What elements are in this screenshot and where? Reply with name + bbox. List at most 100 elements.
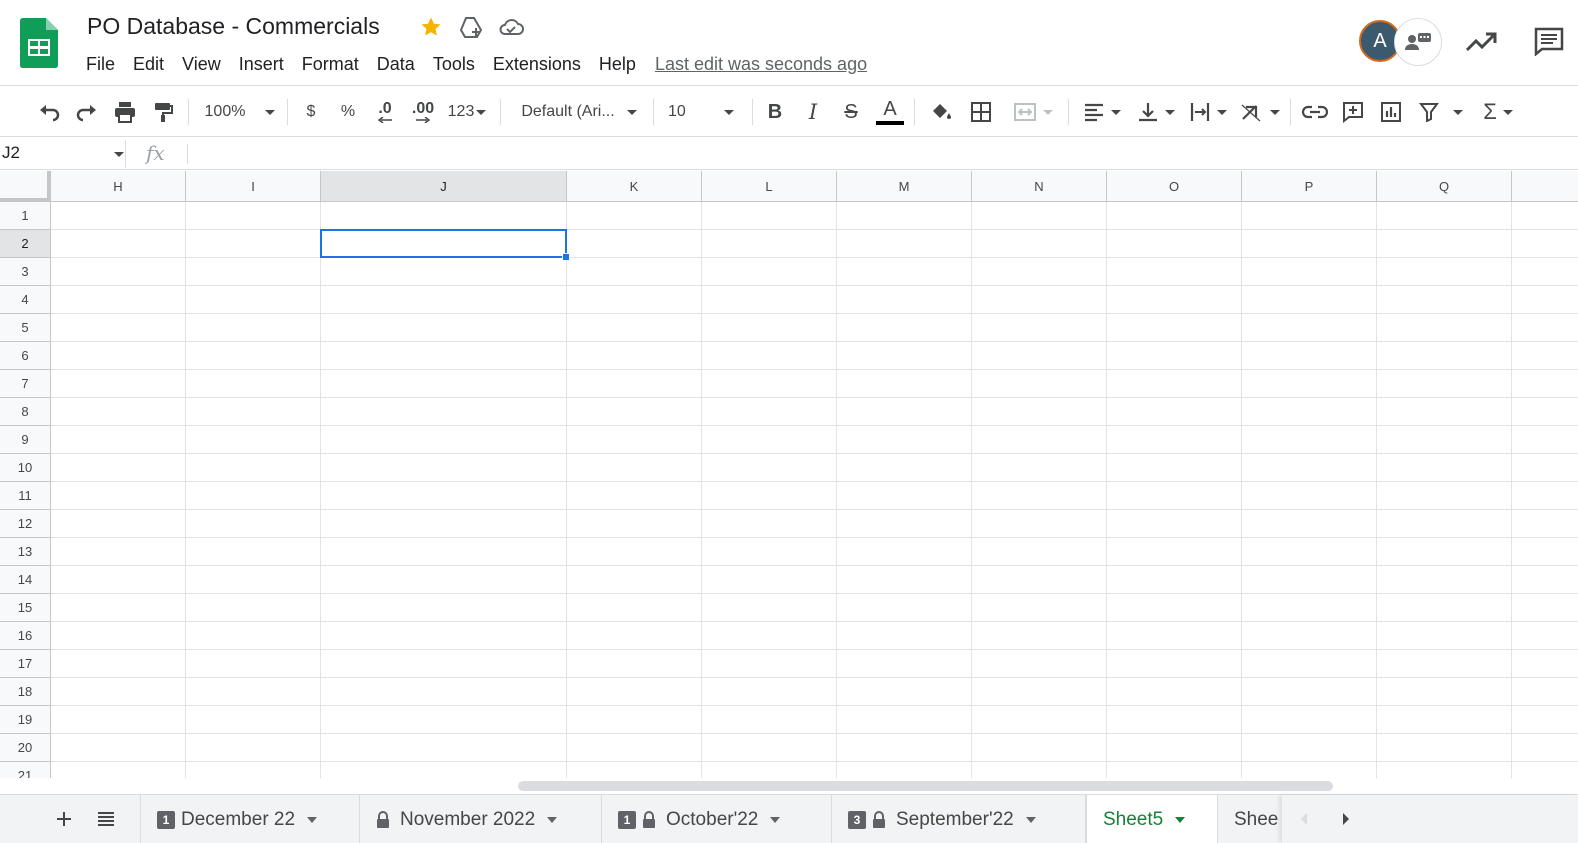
text-wrapping-icon[interactable] [1186,97,1230,127]
column-header-j[interactable]: J [321,171,567,202]
row-header-15[interactable]: 15 [0,594,51,622]
row-header-13[interactable]: 13 [0,538,51,566]
column-header-next[interactable] [1512,171,1578,202]
tab-menu-caret-icon[interactable] [547,816,558,823]
vertical-align-icon[interactable] [1134,97,1178,127]
text-rotation-icon[interactable] [1238,97,1282,127]
selected-cell[interactable] [320,229,567,258]
more-formats-select[interactable]: 123 [444,97,490,127]
document-title[interactable]: PO Database - Commercials [87,13,380,40]
insert-comment-icon[interactable] [1338,97,1368,127]
sheet-tab-december-22[interactable]: 1 December 22 [140,795,360,843]
borders-icon[interactable] [966,97,996,127]
scrollbar-thumb[interactable] [518,781,1333,791]
menu-help[interactable]: Help [590,52,645,77]
menu-format[interactable]: Format [293,52,368,77]
row-header-5[interactable]: 5 [0,314,51,342]
column-header-p[interactable]: P [1242,171,1377,202]
row-header-20[interactable]: 20 [0,734,51,762]
insert-link-icon[interactable] [1300,97,1330,127]
column-header-q[interactable]: Q [1377,171,1512,202]
italic-icon[interactable]: I [798,97,828,127]
tab-menu-caret-icon[interactable] [770,816,781,823]
sheets-logo-icon[interactable] [20,18,58,68]
row-header-10[interactable]: 10 [0,454,51,482]
column-header-h[interactable]: H [51,171,186,202]
column-header-m[interactable]: M [837,171,972,202]
tab-menu-caret-icon[interactable] [1025,816,1036,823]
sheet-tab-sheet5[interactable]: Sheet5 [1086,795,1218,843]
strikethrough-icon[interactable]: S [836,97,866,127]
column-header-l[interactable]: L [702,171,837,202]
menu-data[interactable]: Data [368,52,424,77]
merge-cells-icon[interactable] [1006,97,1060,127]
row-header-2[interactable]: 2 [0,230,51,258]
menu-view[interactable]: View [173,52,230,77]
row-header-9[interactable]: 9 [0,426,51,454]
row-header-7[interactable]: 7 [0,370,51,398]
zoom-select[interactable]: 100% [200,97,280,127]
column-header-k[interactable]: K [567,171,702,202]
row-header-4[interactable]: 4 [0,286,51,314]
row-header-14[interactable]: 14 [0,566,51,594]
currency-format-button[interactable]: $ [298,97,324,127]
column-header-i[interactable]: I [186,171,321,202]
row-header-17[interactable]: 17 [0,650,51,678]
add-sheet-icon[interactable] [50,805,78,833]
font-family-select[interactable]: Default (Ari... [514,97,644,127]
scroll-tabs-right-icon[interactable] [1332,805,1360,833]
menu-insert[interactable]: Insert [230,52,293,77]
select-all-corner[interactable] [0,171,51,202]
redo-icon[interactable] [72,97,102,127]
create-filter-icon[interactable] [1414,97,1468,127]
comments-icon[interactable] [1532,26,1566,56]
menu-tools[interactable]: Tools [424,52,484,77]
decrease-decimal-button[interactable]: .0 [370,97,400,127]
insert-chart-icon[interactable] [1376,97,1406,127]
row-header-18[interactable]: 18 [0,678,51,706]
cloud-saved-icon[interactable] [498,14,524,40]
functions-icon[interactable]: Σ [1476,97,1520,127]
name-box-dropdown-icon[interactable] [114,152,124,157]
row-header-6[interactable]: 6 [0,342,51,370]
row-header-1[interactable]: 1 [0,202,51,230]
row-header-16[interactable]: 16 [0,622,51,650]
increase-decimal-button[interactable]: .00 [408,97,438,127]
star-icon[interactable] [418,14,444,40]
fill-color-icon[interactable] [926,97,956,127]
tab-menu-caret-icon[interactable] [307,816,318,823]
text-color-icon[interactable]: A [874,97,906,127]
horizontal-align-icon[interactable] [1080,97,1124,127]
cell-grid[interactable]: HIJKLMNOPQ 1 2 3 4 5 6 7 8 9 10 11 12 13 14 15 16 17 18 19… [0,171,1578,778]
fill-handle[interactable] [562,253,570,261]
all-sheets-icon[interactable] [92,805,120,833]
formula-input[interactable] [196,142,1566,166]
horizontal-scrollbar[interactable] [0,778,1578,794]
meeting-present-button[interactable] [1394,18,1442,66]
undo-icon[interactable] [34,97,64,127]
name-box[interactable]: J2 [0,140,126,168]
menu-file[interactable]: File [77,52,124,77]
menu-extensions[interactable]: Extensions [484,52,590,77]
print-icon[interactable] [110,97,140,127]
activity-dashboard-icon[interactable] [1464,26,1498,56]
sheet-tab-september-22[interactable]: 3 September'22 [832,795,1086,843]
move-to-drive-icon[interactable] [458,14,484,40]
last-edit-link[interactable]: Last edit was seconds ago [655,54,867,75]
row-header-8[interactable]: 8 [0,398,51,426]
column-header-n[interactable]: N [972,171,1107,202]
row-header-3[interactable]: 3 [0,258,51,286]
percent-format-button[interactable]: % [334,97,362,127]
row-header-12[interactable]: 12 [0,510,51,538]
sheet-tab-november-2022[interactable]: November 2022 [360,795,602,843]
paint-format-icon[interactable] [148,97,178,127]
row-header-21[interactable]: 21 [0,762,51,778]
column-header-o[interactable]: O [1107,171,1242,202]
row-header-11[interactable]: 11 [0,482,51,510]
bold-icon[interactable]: B [760,97,790,127]
sheet-tab-october-22[interactable]: 1 October'22 [602,795,832,843]
tab-menu-caret-icon[interactable] [1175,816,1186,823]
font-size-select[interactable]: 10 [668,97,744,127]
scroll-tabs-left-icon[interactable] [1290,805,1318,833]
menu-edit[interactable]: Edit [124,52,173,77]
